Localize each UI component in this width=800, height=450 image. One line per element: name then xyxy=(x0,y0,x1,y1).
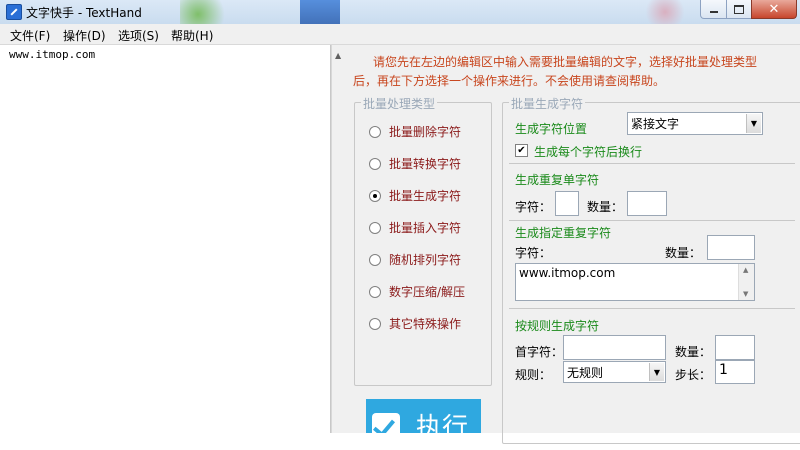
menu-bar: 文件(F) 操作(D) 选项(S) 帮助(H) xyxy=(0,24,800,45)
rule-title: 按规则生成字符 xyxy=(515,319,600,333)
radio-button[interactable] xyxy=(369,125,381,138)
repeat-single-count-label: 数量： xyxy=(587,200,624,214)
generate-group: 批量生成字符 生成字符位置 紧接文字 ▼ ✔ 生成每个字符后换行 生成重复单字符… xyxy=(502,95,800,444)
scroll-up-icon[interactable]: ▲ xyxy=(743,266,748,274)
rule-select[interactable]: 无规则 ▼ xyxy=(563,361,666,383)
position-label: 生成字符位置 xyxy=(515,122,588,136)
radio-label: 数字压缩/解压 xyxy=(389,285,466,299)
radio-label: 批量转换字符 xyxy=(389,157,462,171)
divider xyxy=(509,220,795,221)
radio-other[interactable]: 其它特殊操作 xyxy=(369,315,461,332)
generate-title: 批量生成字符 xyxy=(509,95,586,112)
radio-compress[interactable]: 数字压缩/解压 xyxy=(369,283,465,300)
repeat-single-char-input[interactable] xyxy=(555,191,579,216)
vertical-scrollbar[interactable]: ▲ xyxy=(331,45,347,433)
radio-button[interactable] xyxy=(369,157,381,170)
process-type-title: 批量处理类型 xyxy=(361,95,438,112)
menu-file[interactable]: 文件(F) xyxy=(10,27,50,44)
position-select-value: 紧接文字 xyxy=(631,117,680,131)
radio-button[interactable] xyxy=(369,221,381,234)
radio-label: 其它特殊操作 xyxy=(389,317,462,331)
divider xyxy=(509,163,795,164)
radio-random[interactable]: 随机排列字符 xyxy=(369,251,461,268)
window-title: 文字快手 - TextHand xyxy=(26,6,142,20)
title-decor-blue xyxy=(300,0,340,24)
repeat-specified-title: 生成指定重复字符 xyxy=(515,226,612,240)
radio-button[interactable] xyxy=(369,189,381,202)
title-decor-pink xyxy=(640,0,690,24)
radio-generate[interactable]: 批量生成字符 xyxy=(369,187,461,204)
radio-label: 批量生成字符 xyxy=(389,189,462,203)
check-icon xyxy=(372,413,400,433)
execute-button[interactable]: 执行 xyxy=(366,399,481,433)
radio-insert[interactable]: 批量插入字符 xyxy=(369,219,461,236)
newline-label: 生成每个字符后换行 xyxy=(534,145,643,159)
app-icon xyxy=(6,4,22,20)
rule-label: 规则： xyxy=(515,368,552,382)
repeat-specified-count-input[interactable] xyxy=(707,235,755,260)
rule-first-input[interactable] xyxy=(563,335,666,360)
repeat-specified-char-label: 字符： xyxy=(515,246,552,260)
scroll-down-icon[interactable]: ▼ xyxy=(743,290,748,298)
menu-operation[interactable]: 操作(D) xyxy=(63,27,106,44)
position-select[interactable]: 紧接文字 ▼ xyxy=(627,112,763,135)
rule-count-label: 数量： xyxy=(675,345,712,359)
maximize-icon xyxy=(734,4,744,14)
execute-label: 执行 xyxy=(416,413,469,433)
minimize-button[interactable] xyxy=(700,0,727,19)
options-pane: 请您先在左边的编辑区中输入需要批量编辑的文字，选择好批量处理类型后，再在下方选择… xyxy=(347,45,800,444)
minimize-icon xyxy=(709,11,718,13)
edit-area-text[interactable]: www.itmop.com xyxy=(9,48,95,61)
radio-convert[interactable]: 批量转换字符 xyxy=(369,155,461,172)
repeat-single-char-label: 字符： xyxy=(515,200,552,214)
scroll-up-icon[interactable]: ▲ xyxy=(335,51,341,60)
radio-delete[interactable]: 批量删除字符 xyxy=(369,123,461,140)
radio-button[interactable] xyxy=(369,317,381,330)
title-decor-green xyxy=(180,0,240,24)
repeat-single-title: 生成重复单字符 xyxy=(515,173,600,187)
radio-label: 随机排列字符 xyxy=(389,253,462,267)
rule-step-label: 步长： xyxy=(675,368,712,382)
divider xyxy=(509,308,795,309)
process-type-group: 批量处理类型 批量删除字符 批量转换字符 批量生成字符 批量插入字符 随机排列字… xyxy=(354,95,492,386)
hint-text: 请您先在左边的编辑区中输入需要批量编辑的文字，选择好批量处理类型后，再在下方选择… xyxy=(353,55,758,88)
radio-label: 批量插入字符 xyxy=(389,221,462,235)
repeat-specified-count-label: 数量： xyxy=(665,246,702,260)
radio-label: 批量删除字符 xyxy=(389,125,462,139)
maximize-button[interactable] xyxy=(726,0,752,19)
rule-count-input[interactable] xyxy=(715,335,755,360)
rule-step-input[interactable]: 1 xyxy=(715,360,755,384)
edit-area[interactable]: www.itmop.com xyxy=(0,45,331,433)
chevron-down-icon[interactable]: ▼ xyxy=(649,363,664,381)
title-bar: 文字快手 - TextHand ✕ xyxy=(0,0,800,24)
repeat-specified-text[interactable]: www.itmop.com xyxy=(519,266,615,280)
text-area-scrollbar[interactable]: ▲ ▼ xyxy=(738,264,754,300)
chevron-down-icon[interactable]: ▼ xyxy=(746,114,761,133)
repeat-specified-text-area[interactable]: www.itmop.com ▲ ▼ xyxy=(515,263,755,301)
close-button[interactable]: ✕ xyxy=(751,0,797,19)
rule-first-label: 首字符： xyxy=(515,345,564,359)
menu-help[interactable]: 帮助(H) xyxy=(171,27,213,44)
close-icon: ✕ xyxy=(768,1,780,17)
menu-options[interactable]: 选项(S) xyxy=(118,27,159,44)
radio-button[interactable] xyxy=(369,285,381,298)
radio-button[interactable] xyxy=(369,253,381,266)
newline-checkbox[interactable]: ✔ xyxy=(515,144,528,157)
repeat-single-count-input[interactable] xyxy=(627,191,667,216)
rule-select-value: 无规则 xyxy=(567,366,604,380)
